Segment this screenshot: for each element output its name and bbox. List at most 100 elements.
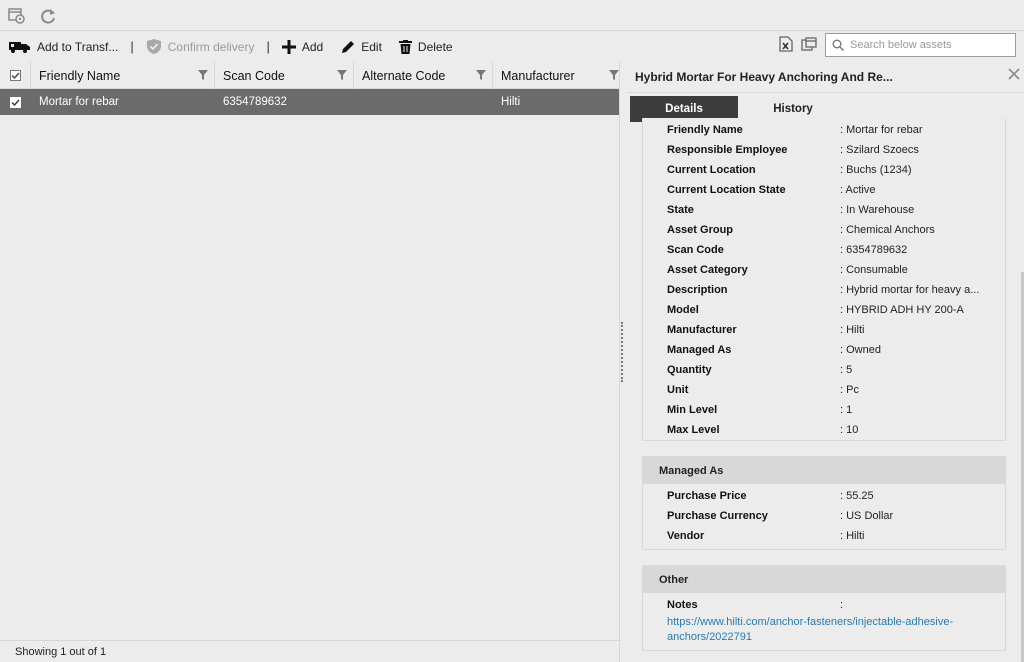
filter-icon[interactable] [337,70,347,80]
detail-field: Max Level : 10 [643,421,1005,441]
field-value: : 5 [840,364,853,376]
field-value: : In Warehouse [840,204,915,216]
plus-icon [281,39,296,54]
field-value: : Consumable [840,264,908,276]
detail-field: Purchase Price: 55.25 [643,487,1005,507]
top-bar [0,0,1024,31]
field-value: : Hybrid mortar for heavy a... [840,284,980,296]
field-value: : HYBRID ADH HY 200-A [840,304,964,316]
detail-field: State : In Warehouse [643,201,1005,221]
detail-field: Purchase Currency: US Dollar [643,507,1005,527]
field-value: : Mortar for rebar [840,124,923,136]
search-icon [832,39,844,51]
toolbar-separator: | [130,39,134,54]
field-label: Max Level [667,424,720,436]
column-header-friendly-name[interactable]: Friendly Name [31,62,215,89]
column-header-manufacturer[interactable]: Manufacturer [493,62,619,89]
excel-export-icon[interactable] [779,35,793,55]
field-value: : Hilti [840,324,865,336]
row-select-cell [0,89,31,115]
field-colon: : [840,599,844,611]
field-value: : Buchs (1234) [840,164,912,176]
detail-field: Description : Hybrid mortar for heavy a..… [643,281,1005,301]
field-label: Asset Group [667,224,734,236]
notes-link[interactable]: https://www.hilti.com/anchor-fasteners/i… [667,615,953,645]
field-label: Asset Category [667,264,748,276]
record-count: Showing 1 out of 1 [15,645,107,658]
detail-field: Model : HYBRID ADH HY 200-A [643,301,1005,321]
refresh-icon[interactable] [38,6,58,26]
field-label: State [667,204,694,216]
trash-icon [398,39,412,54]
notes-link-line: https://www.hilti.com/anchor-fasteners/i… [667,616,954,628]
asset-settings-icon[interactable] [7,6,27,26]
detail-field: Asset Category : Consumable [643,261,1005,281]
filter-icon[interactable] [609,70,619,80]
field-value: : 6354789632 [840,244,908,256]
close-icon[interactable] [1008,68,1020,83]
add-to-transfer-button[interactable]: Add to Transf... [9,31,118,62]
field-label: Description [667,284,728,296]
grid-footer: Showing 1 out of 1 [0,640,620,662]
select-all-header [0,62,31,89]
field-value: : 10 [840,424,859,436]
row-checkbox[interactable] [10,96,21,108]
field-label: Responsible Employee [667,144,788,156]
detail-field: Responsible Employee : Szilard Szoecs [643,141,1005,161]
field-label: Model [667,304,699,316]
field-label: Current Location [667,164,756,176]
edit-button[interactable]: Edit [341,31,382,62]
detail-field: Vendor : Hilti [643,527,1005,547]
detail-field: Manufacturer : Hilti [643,321,1005,341]
field-label: Friendly Name [667,124,743,136]
field-label: Notes [667,599,698,611]
field-label: Purchase Price [667,490,747,502]
confirm-delivery-button[interactable]: Confirm delivery [146,31,254,62]
detail-field: Managed As: Owned [643,341,1005,361]
column-chooser-icon[interactable] [801,36,817,54]
cell-scan-code: 6354789632 [223,96,287,108]
column-header-label: Manufacturer [501,68,575,83]
field-label: Vendor [667,530,705,542]
add-button[interactable]: Add [281,31,323,62]
section-title: Managed As [643,457,1005,484]
field-value: : Hilti [840,530,865,542]
filter-icon[interactable] [198,70,208,80]
search-box [825,33,1016,57]
search-input[interactable] [850,39,1010,51]
field-value: : Szilard Szoecs [840,144,919,156]
column-header-label: Alternate Code [362,68,446,83]
edit-label: Edit [361,39,382,54]
asset-detail-panel: Hybrid Mortar For Heavy Anchoring And Re… [627,62,1024,662]
transfer-truck-icon [9,41,30,53]
asset-grid: Friendly Name Scan Code Alternate Code M… [0,62,620,662]
check-icon [11,99,20,106]
column-header-alternate-code[interactable]: Alternate Code [354,62,493,89]
check-icon [11,72,20,80]
table-row[interactable]: Mortar for rebar 6354789632 Hilti [0,89,619,115]
delete-button[interactable]: Delete [398,31,453,62]
detail-field: Notes : https://www.hilti.com/anchor-fas… [643,596,1005,644]
field-value: : Active [840,184,876,196]
column-header-label: Scan Code [223,68,285,83]
column-header-label: Friendly Name [39,68,121,83]
field-label: Manufacturer [667,324,737,336]
column-header-scan-code[interactable]: Scan Code [215,62,354,89]
pencil-icon [342,40,355,53]
field-label: Current Location State [667,184,786,196]
field-value: : Chemical Anchors [840,224,935,236]
notes-link-line: anchors/2022791 [667,631,753,643]
detail-field: Quantity: 5 [643,361,1005,381]
detail-field: Current Location State : Active [643,181,1005,201]
filter-icon[interactable] [476,70,486,80]
grid-header: Friendly Name Scan Code Alternate Code M… [0,62,619,89]
add-to-transfer-label: Add to Transf... [37,39,119,54]
managed-as-card: Managed As Purchase Price: 55.25 Purchas… [642,456,1006,550]
select-all-checkbox[interactable] [10,70,21,81]
detail-title: Hybrid Mortar For Heavy Anchoring And Re… [627,62,1024,93]
shield-check-icon [146,39,161,54]
detail-field: Unit: Pc [643,381,1005,401]
detail-field: Current Location : Buchs (1234) [643,161,1005,181]
pane-splitter-handle[interactable] [621,322,624,382]
section-title: Other [643,566,1005,593]
